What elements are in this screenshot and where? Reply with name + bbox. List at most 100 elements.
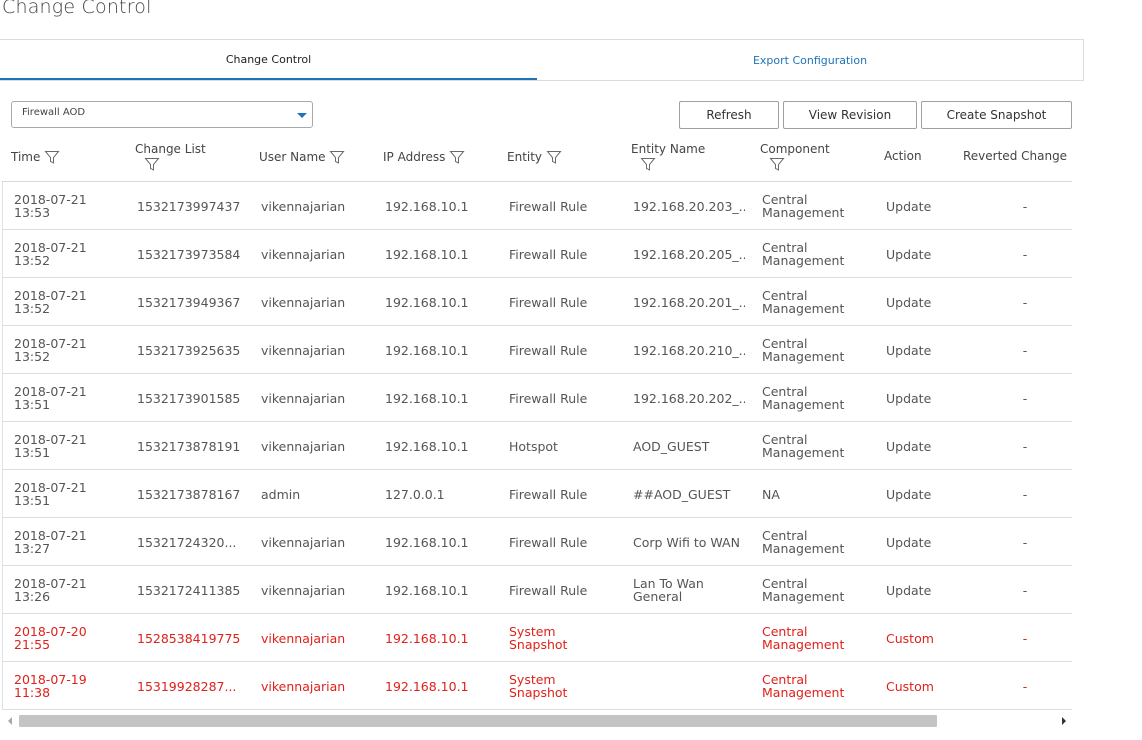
- table-row[interactable]: 2018-07-21 13:51 1532173878167 admin 127.0.0…: [3, 470, 1072, 518]
- cell-change-list: 1528538419775: [137, 614, 245, 662]
- filter-icon[interactable]: [449, 149, 465, 165]
- tab-export-configuration[interactable]: Export Configuration: [537, 40, 1083, 80]
- cell-entity: Firewall Rule: [509, 518, 619, 566]
- cell-line: Corp Wifi to WAN: [633, 534, 740, 550]
- filter-icon[interactable]: [44, 149, 60, 165]
- cell-line: Firewall Rule: [509, 294, 588, 310]
- cell-ip-address: 192.168.10.1: [385, 278, 495, 326]
- cell-action-text: Update: [886, 390, 932, 406]
- cell-text: Central Management: [762, 241, 844, 267]
- cell-reverted-change-list: -: [1003, 422, 1047, 470]
- cell-user-name: vikennajarian: [261, 230, 381, 278]
- column-header-ip-address[interactable]: IP Address: [383, 149, 465, 165]
- cell-time: 2018-07-21 13:26: [14, 566, 126, 614]
- cell-text: 2018-07-21 13:52: [14, 289, 87, 315]
- table-row[interactable]: 2018-07-21 13:53 1532173997437 vikennajaria…: [3, 182, 1072, 230]
- table-row[interactable]: 2018-07-21 13:52 1532173925635 vikennajaria…: [3, 326, 1072, 374]
- cell-clock: 13:26: [14, 589, 51, 604]
- cell-entity: System Snapshot: [509, 662, 619, 710]
- cell-user-name-text: admin: [261, 486, 301, 502]
- table-row[interactable]: 2018-07-21 13:51 1532173878191 vikennajaria…: [3, 422, 1072, 470]
- cell-user-name: vikennajarian: [261, 374, 381, 422]
- cell-change-list-text: 1532173997437: [137, 198, 241, 214]
- cell-line: 192.168.20.205_...: [633, 246, 745, 262]
- column-header-user-name[interactable]: User Name: [259, 149, 345, 165]
- cell-ip-address: 192.168.10.1: [385, 422, 495, 470]
- create-snapshot-button[interactable]: Create Snapshot: [921, 101, 1072, 129]
- column-header-component[interactable]: Component: [760, 142, 830, 172]
- table-row[interactable]: 2018-07-21 13:52 1532173949367 vikennajaria…: [3, 278, 1072, 326]
- table-row[interactable]: 2018-07-21 13:51 1532173901585 vikennajaria…: [3, 374, 1072, 422]
- cell-reverted-change-list: -: [1003, 470, 1047, 518]
- table-row[interactable]: 2018-07-19 11:38 15319928287... vikennajari…: [3, 662, 1072, 710]
- cell-ip-address: 192.168.10.1: [385, 326, 495, 374]
- cell-line: 192.168.20.210_...: [633, 342, 745, 358]
- filter-icon[interactable]: [144, 156, 160, 172]
- cell-text: Central Management: [762, 337, 844, 363]
- column-header-action[interactable]: Action: [884, 149, 922, 163]
- scrollbar-thumb[interactable]: [19, 715, 937, 727]
- table-row[interactable]: 2018-07-21 13:52 1532173973584 vikennajaria…: [3, 230, 1072, 278]
- device-select[interactable]: Firewall AOD: [11, 101, 313, 128]
- cell-clock: 13:51: [14, 397, 51, 412]
- scroll-right-arrow-icon[interactable]: [1062, 717, 1066, 725]
- cell-user-name-text: vikennajarian: [261, 678, 346, 694]
- cell-line: AOD_GUEST: [633, 438, 710, 454]
- column-header-label: Component: [760, 142, 830, 156]
- cell-reverted-text: -: [1022, 678, 1028, 694]
- cell-action: Update: [886, 422, 956, 470]
- column-header-change-list[interactable]: Change List: [135, 142, 206, 172]
- cell-text: Central Management: [762, 385, 844, 411]
- cell-reverted-text: -: [1022, 582, 1028, 598]
- cell-text: Central Management: [762, 625, 844, 651]
- cell-user-name: vikennajarian: [261, 182, 381, 230]
- view-revision-button[interactable]: View Revision: [783, 101, 917, 129]
- table-body: 2018-07-21 13:53 1532173997437 vikennajaria…: [2, 182, 1072, 710]
- cell-change-list-text: 1532173878191: [137, 438, 241, 454]
- filter-icon[interactable]: [640, 156, 656, 172]
- cell-text: AOD_GUEST: [633, 440, 709, 453]
- horizontal-scrollbar[interactable]: [2, 713, 1072, 729]
- cell-line: Firewall Rule: [509, 390, 588, 406]
- cell-text: Central Management: [762, 577, 844, 603]
- table-row[interactable]: 2018-07-20 21:55 1528538419775 vikennajaria…: [3, 614, 1072, 662]
- cell-entity: Firewall Rule: [509, 374, 619, 422]
- cell-component: Central Management: [762, 326, 872, 374]
- refresh-button[interactable]: Refresh: [679, 101, 779, 129]
- table-row[interactable]: 2018-07-21 13:27 15321724320... vikennajari…: [3, 518, 1072, 566]
- column-header-entity[interactable]: Entity: [507, 149, 562, 165]
- cell-text: Central Management: [762, 289, 844, 315]
- filter-icon[interactable]: [546, 149, 562, 165]
- change-control-table: Time Change List User Name IP Address En…: [2, 135, 1072, 710]
- cell-line: Management: [762, 205, 845, 220]
- device-select-value: Firewall AOD: [22, 107, 86, 118]
- tab-change-control[interactable]: Change Control: [0, 40, 537, 80]
- cell-text: Firewall Rule: [509, 392, 587, 405]
- page-title: Change Control: [2, 0, 152, 18]
- column-header-reverted-change-list[interactable]: Reverted Change L: [963, 149, 1072, 163]
- scroll-left-arrow-icon[interactable]: [8, 717, 12, 725]
- cell-reverted-change-list: -: [1003, 374, 1047, 422]
- cell-line: Firewall Rule: [509, 246, 588, 262]
- cell-text: 192.168.20.205_...: [633, 248, 745, 261]
- cell-text: Firewall Rule: [509, 536, 587, 549]
- cell-change-list: 15321724320...: [137, 518, 245, 566]
- column-header-label: Reverted Change L: [963, 149, 1072, 163]
- cell-text: 2018-07-21 13:51: [14, 481, 87, 507]
- cell-action-text: Update: [886, 582, 932, 598]
- cell-text: Corp Wifi to WAN: [633, 536, 740, 549]
- cell-component: Central Management: [762, 662, 872, 710]
- cell-ip-address-text: 192.168.10.1: [385, 678, 469, 694]
- tab-bar: Change Control Export Configuration: [0, 39, 1084, 81]
- cell-line: ##AOD_GUEST: [633, 486, 731, 502]
- cell-reverted-change-list: -: [1003, 518, 1047, 566]
- column-header-time[interactable]: Time: [11, 149, 60, 165]
- cell-change-list-text: 1532173878167: [137, 486, 241, 502]
- column-header-entity-name[interactable]: Entity Name: [631, 142, 705, 172]
- filter-icon[interactable]: [329, 149, 345, 165]
- table-row[interactable]: 2018-07-21 13:26 1532172411385 vikennajaria…: [3, 566, 1072, 614]
- cell-entity-name: 192.168.20.202_...: [633, 374, 745, 422]
- filter-icon[interactable]: [769, 156, 785, 172]
- column-header-label: Time: [11, 149, 41, 164]
- cell-user-name-text: vikennajarian: [261, 534, 346, 550]
